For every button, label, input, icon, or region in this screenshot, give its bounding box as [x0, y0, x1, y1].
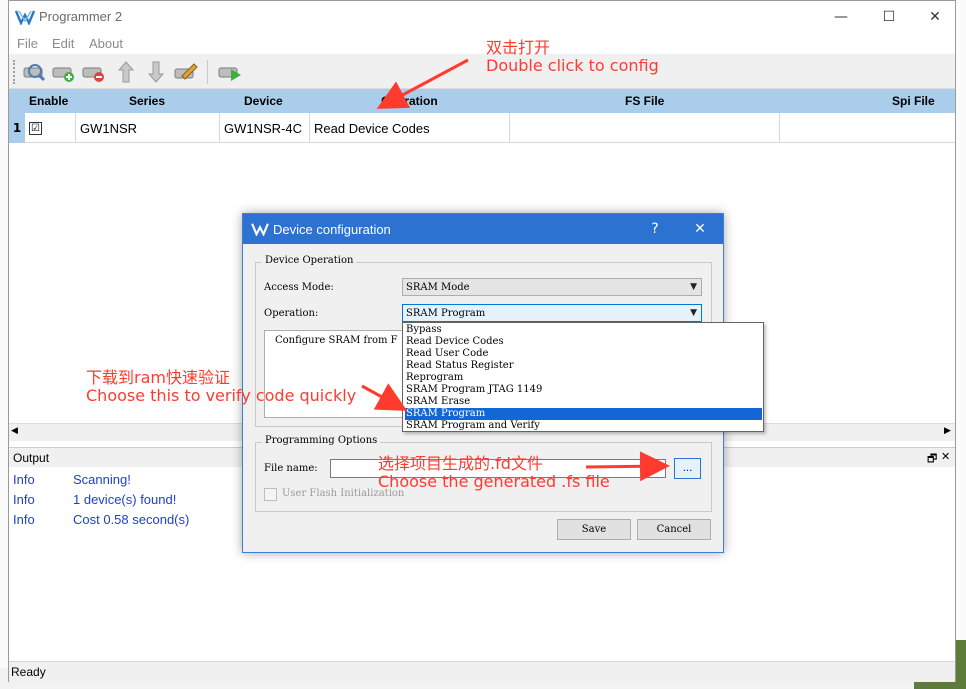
annotation-text: 下载到ram快速验证: [86, 368, 230, 387]
annotation-text: Double click to config: [486, 56, 659, 75]
annotation-arrow: [585, 451, 670, 482]
annotation-arrow: [376, 58, 469, 109]
annotation-text: 选择项目生成的.fd文件: [378, 454, 543, 473]
annotation-arrow: [361, 383, 408, 411]
annotation-text: Choose this to verify code quickly: [86, 386, 357, 405]
annotation-text: 双击打开: [486, 38, 551, 57]
annotation-arrows: [361, 58, 670, 482]
annotation-text: Choose the generated .fs file: [378, 472, 610, 491]
